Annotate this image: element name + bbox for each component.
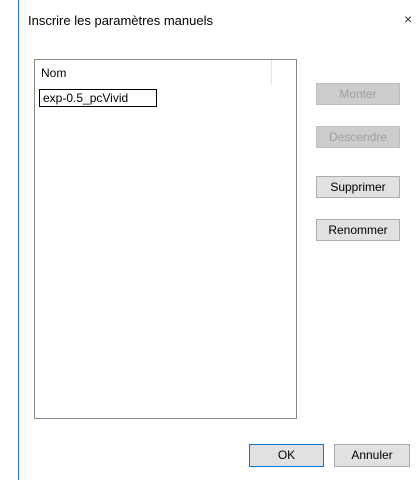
move-up-button[interactable]: Monter	[316, 83, 400, 105]
delete-button[interactable]: Supprimer	[316, 176, 400, 198]
rename-edit-field[interactable]	[39, 89, 157, 107]
column-header-nom[interactable]: Nom	[41, 66, 66, 80]
move-down-button[interactable]: Descendre	[316, 126, 400, 148]
dialog-title: Inscrire les paramètres manuels	[28, 13, 213, 28]
list-header: Nom	[35, 60, 296, 85]
rename-button[interactable]: Renommer	[316, 219, 400, 241]
close-icon[interactable]: ×	[404, 11, 412, 27]
cancel-button[interactable]: Annuler	[334, 444, 410, 467]
ok-button[interactable]: OK	[249, 444, 324, 467]
column-divider[interactable]	[271, 60, 272, 85]
window-left-border	[18, 0, 19, 480]
parameter-list[interactable]: Nom	[34, 59, 297, 419]
